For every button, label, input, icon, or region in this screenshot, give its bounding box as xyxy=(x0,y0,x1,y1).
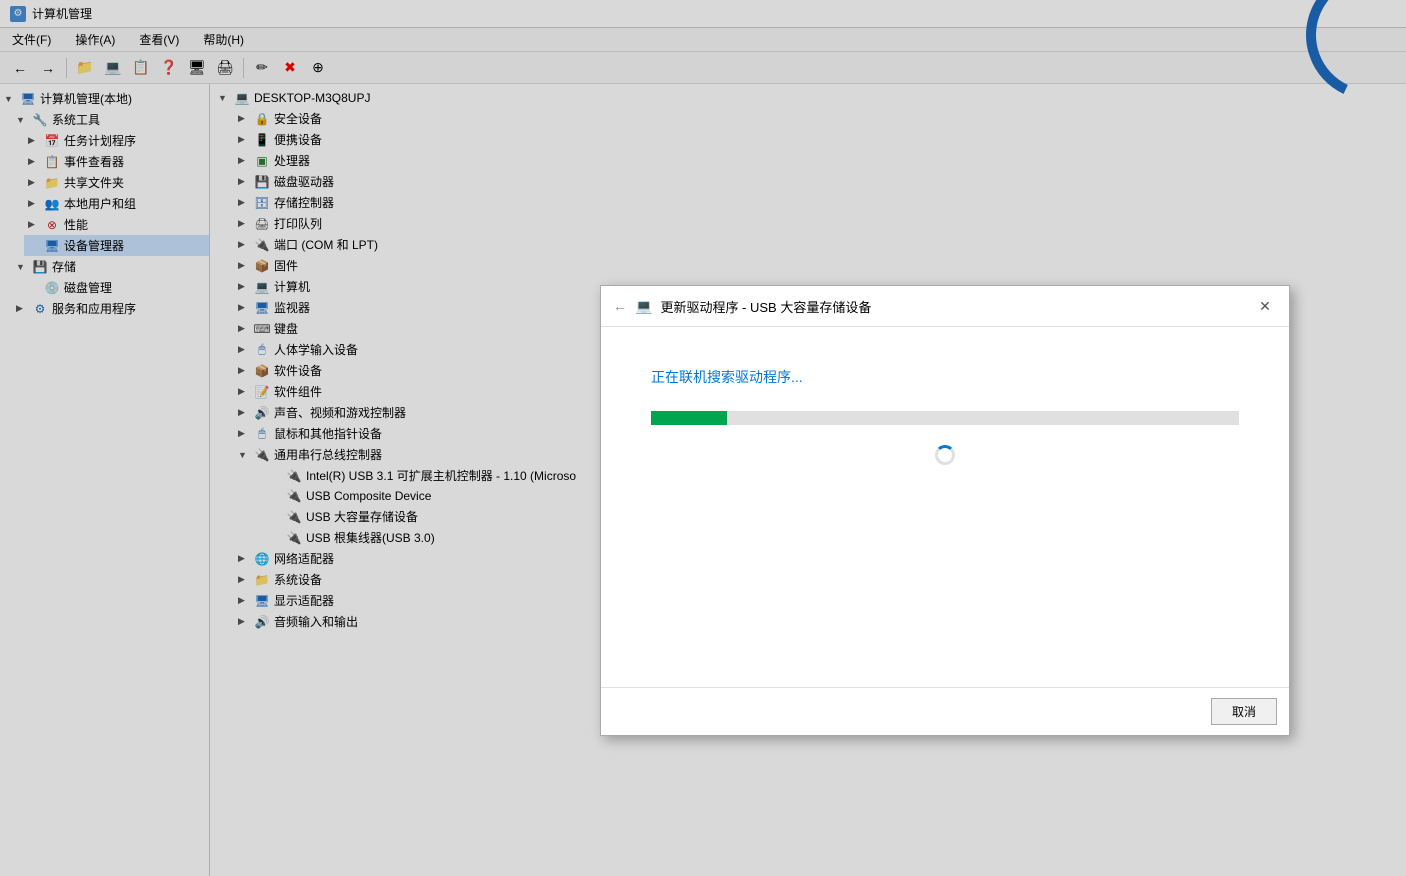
spinner-area xyxy=(651,445,1239,465)
dialog-title-left: ← 💻 更新驱动程序 - USB 大容量存储设备 xyxy=(613,297,871,316)
dialog-body: 正在联机搜索驱动程序... xyxy=(601,327,1289,687)
cancel-button[interactable]: 取消 xyxy=(1211,698,1277,725)
dialog-title-text: 更新驱动程序 - USB 大容量存储设备 xyxy=(660,297,871,316)
dialog-back-button[interactable]: ← xyxy=(613,298,627,314)
dialog-footer: 取消 xyxy=(601,687,1289,735)
searching-text: 正在联机搜索驱动程序... xyxy=(651,367,1239,387)
dialog-title-bar: ← 💻 更新驱动程序 - USB 大容量存储设备 ✕ xyxy=(601,286,1289,327)
progress-bar-fill xyxy=(651,411,727,425)
dialog-title-icon: 💻 xyxy=(635,298,652,315)
update-driver-dialog: ← 💻 更新驱动程序 - USB 大容量存储设备 ✕ 正在联机搜索驱动程序...… xyxy=(600,285,1290,736)
progress-bar-container xyxy=(651,411,1239,425)
dialog-close-button[interactable]: ✕ xyxy=(1253,294,1277,318)
loading-spinner xyxy=(935,445,955,465)
